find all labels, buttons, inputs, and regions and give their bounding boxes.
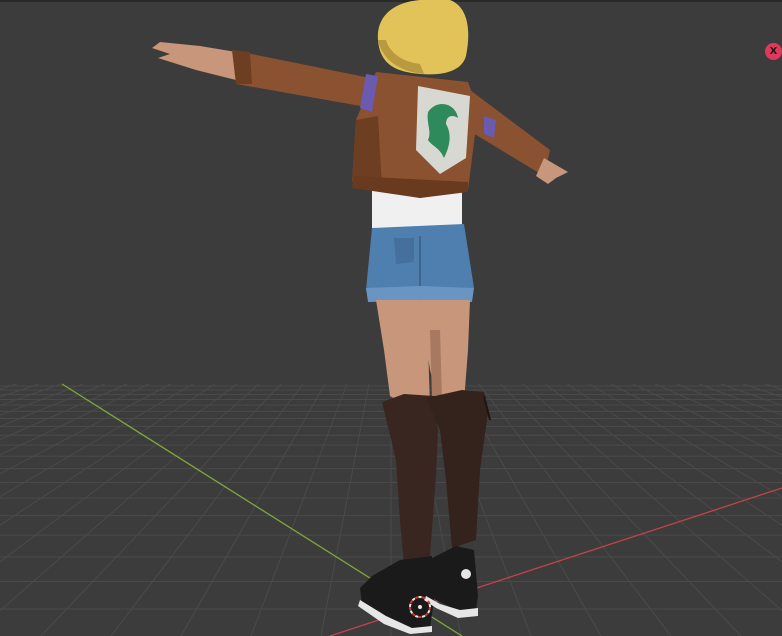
gizmo-x-axis-icon[interactable]: X (765, 43, 782, 60)
viewport-scene[interactable] (0, 0, 782, 636)
leg-shadow (430, 330, 442, 400)
shorts-pocket (394, 238, 414, 264)
hair (377, 0, 469, 75)
sneaker-patch (461, 569, 471, 579)
3d-viewport[interactable]: X (0, 0, 782, 636)
shorts-cuff (366, 286, 474, 302)
